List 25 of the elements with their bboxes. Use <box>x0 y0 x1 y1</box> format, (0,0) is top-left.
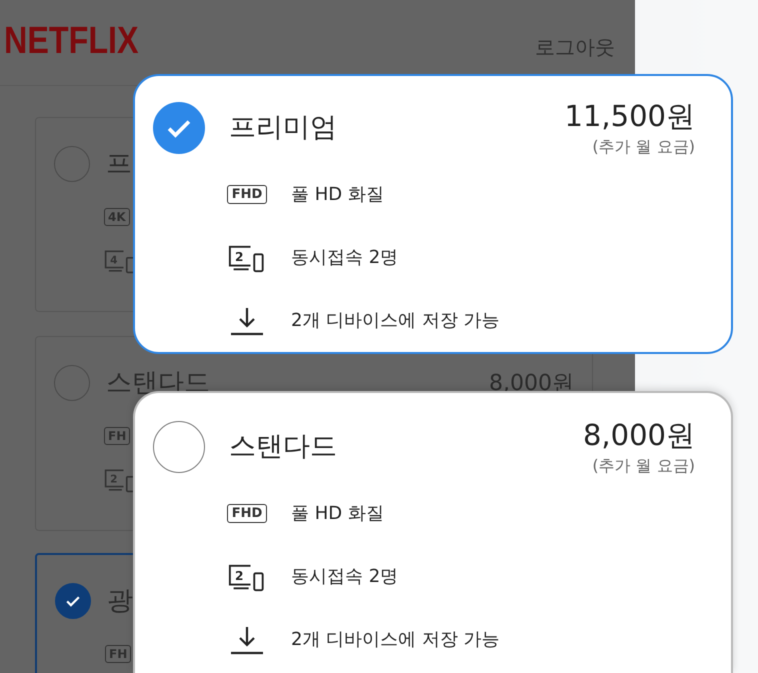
radio-button[interactable] <box>55 583 91 619</box>
price-note: (추가 월 요금) <box>591 136 695 158</box>
radio-button[interactable] <box>54 146 90 182</box>
logo: NETFLIX <box>4 22 139 60</box>
plan-price: 8,000원 <box>582 421 695 450</box>
plan-name: 프리미엄 <box>229 113 337 143</box>
radio-button[interactable] <box>153 102 205 154</box>
plan-card-dialog[interactable]: 프리미엄 11,500원 (추가 월 요금) FHD 풀 HD 화질 2 동시접속 2명 2개 디바이스에 저장 가능 <box>133 74 733 354</box>
price-note: (추가 월 요금) <box>591 455 695 477</box>
radio-button[interactable] <box>153 421 205 473</box>
resolution-badge: FHD <box>226 184 268 204</box>
resolution-badge: FHD <box>226 504 268 524</box>
plan-name: 스탠다드 <box>229 432 337 462</box>
feature-text: 2개 디바이스에 저장 가능 <box>291 628 500 652</box>
feature-text: 동시접속 2명 <box>291 565 398 589</box>
feature-text: 동시접속 2명 <box>291 246 398 270</box>
download-icon <box>229 624 265 654</box>
feature-text: 풀 HD 화질 <box>291 502 384 526</box>
feature-text: 풀 HD 화질 <box>291 183 384 207</box>
plan-name: 광 <box>107 588 133 614</box>
plan-price: 11,500원 <box>564 102 695 131</box>
plan-name: 프 <box>106 151 132 177</box>
radio-button[interactable] <box>54 365 90 401</box>
download-icon <box>229 306 265 336</box>
feature-text: 2개 디바이스에 저장 가능 <box>291 309 500 333</box>
